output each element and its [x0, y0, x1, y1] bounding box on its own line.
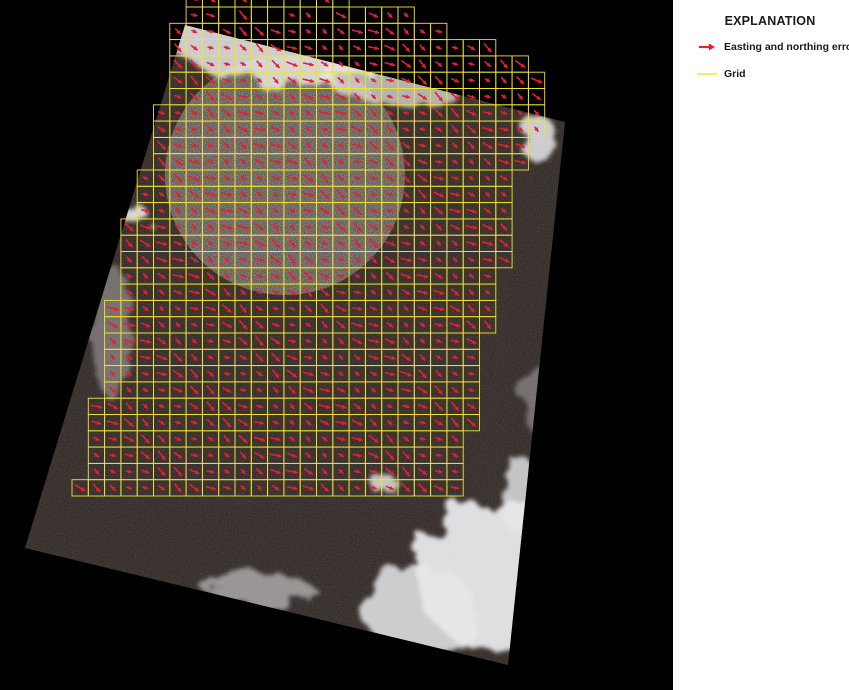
legend-label-error: Easting and northing error: [724, 40, 849, 54]
grid-cell: [317, 0, 333, 7]
grid-cell: [333, 0, 349, 7]
error-arrow: [289, 13, 295, 17]
error-arrow: [502, 94, 507, 98]
grid-cell: [202, 0, 218, 7]
red-arrow-icon: [696, 40, 718, 54]
error-arrow: [468, 78, 474, 82]
error-arrow: [532, 94, 541, 100]
error-arrow: [353, 46, 361, 50]
grid-cell: [186, 0, 202, 7]
error-arrow: [370, 62, 378, 66]
error-arrow: [484, 61, 491, 67]
error-arrow: [384, 45, 395, 50]
error-arrow: [403, 44, 410, 52]
error-arrow: [306, 13, 311, 18]
error-arrow: [419, 60, 426, 69]
error-arrow: [255, 27, 264, 35]
error-arrow: [239, 11, 247, 20]
error-arrow: [322, 46, 327, 50]
error-arrow: [206, 13, 215, 17]
error-arrow: [190, 0, 199, 1]
error-arrow: [452, 45, 458, 49]
grid-cell: [268, 0, 284, 7]
grid-cell: [300, 0, 316, 7]
map-panel: [0, 0, 673, 690]
error-arrow: [323, 29, 327, 34]
error-arrow: [352, 30, 363, 34]
error-arrow: [436, 29, 443, 33]
error-arrow: [501, 60, 508, 69]
error-arrow: [369, 13, 378, 18]
error-arrow: [485, 94, 491, 98]
error-arrow: [240, 27, 247, 36]
error-arrow: [271, 30, 281, 34]
error-arrow: [338, 29, 345, 35]
error-arrow: [518, 94, 523, 100]
grid-cell: [251, 0, 267, 7]
error-arrow: [501, 77, 506, 83]
error-arrow: [485, 78, 491, 82]
error-arrow: [452, 62, 458, 66]
error-arrow: [404, 13, 408, 17]
grid-cell: [317, 7, 333, 23]
error-arrow: [517, 77, 525, 85]
error-arrow: [306, 29, 311, 33]
error-arrow: [436, 62, 443, 67]
error-arrow: [191, 13, 198, 17]
error-arrow: [435, 76, 442, 84]
error-arrow: [336, 13, 346, 18]
satellite-image-map: [0, 0, 673, 690]
error-arrow: [401, 61, 411, 68]
yellow-line-icon: [696, 67, 718, 81]
error-arrow: [206, 0, 216, 2]
error-arrow: [420, 45, 425, 51]
satellite-scene: [0, 0, 673, 690]
legend: EXPLANATION Easting and northing error G…: [690, 14, 849, 94]
error-arrow: [175, 29, 180, 35]
error-arrow: [386, 28, 394, 34]
error-arrow: [451, 79, 459, 83]
error-arrow: [436, 45, 442, 49]
legend-title: EXPLANATION: [690, 14, 849, 28]
grid-cell: [219, 0, 235, 7]
error-arrow: [320, 0, 329, 3]
error-arrow: [404, 28, 409, 34]
legend-label-grid: Grid: [724, 67, 746, 81]
grid-cell: [268, 7, 284, 23]
error-arrow: [420, 29, 425, 33]
error-arrow: [368, 30, 380, 34]
error-arrow: [305, 46, 313, 50]
error-arrow: [515, 61, 525, 68]
grid-cell: [251, 7, 267, 23]
error-arrow: [468, 46, 476, 50]
grid-cell: [349, 7, 365, 23]
grid-cell: [219, 7, 235, 23]
error-arrow: [355, 62, 360, 66]
error-arrow: [387, 12, 392, 18]
error-arrow: [339, 45, 343, 50]
error-arrow: [385, 62, 396, 66]
error-arrow: [223, 29, 231, 33]
error-arrow: [368, 46, 379, 50]
error-arrow: [531, 78, 542, 83]
error-arrow: [418, 76, 426, 85]
error-arrow: [468, 62, 474, 66]
error-arrow: [287, 46, 297, 50]
error-arrow: [240, 0, 247, 2]
error-arrow: [288, 29, 296, 33]
grid-cell: [284, 0, 300, 7]
error-arrow: [484, 44, 491, 53]
